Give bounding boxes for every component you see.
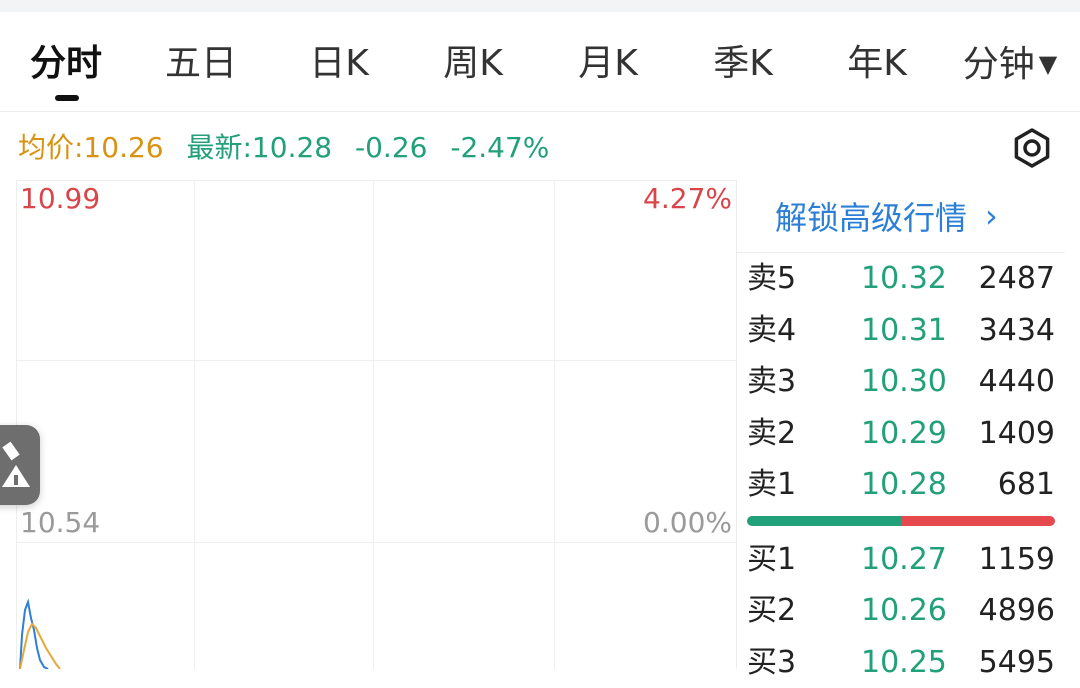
ask-volume: 3434 bbox=[978, 313, 1055, 348]
period-tabs: 分时 五日 日K 周K 月K 季K 年K 分钟 ▼ bbox=[0, 12, 1080, 110]
divider bbox=[0, 111, 1080, 112]
bid-price: 10.27 bbox=[861, 542, 947, 577]
ask-price: 10.28 bbox=[861, 467, 947, 502]
avg-line bbox=[19, 622, 61, 669]
ask-volume: 4440 bbox=[978, 364, 1055, 399]
bid-price: 10.26 bbox=[861, 593, 947, 628]
bid-label: 买2 bbox=[747, 593, 797, 628]
ask-price: 10.32 bbox=[861, 261, 947, 296]
active-tab-indicator bbox=[55, 95, 79, 101]
settings-button[interactable] bbox=[1008, 124, 1056, 172]
tab-five-day[interactable]: 五日 bbox=[165, 42, 237, 86]
tab-quarterly-k[interactable]: 季K bbox=[713, 42, 773, 86]
pct-axis-mid: 0.00% bbox=[643, 506, 732, 539]
gear-icon bbox=[1014, 128, 1050, 168]
ask-label: 卖3 bbox=[747, 364, 797, 399]
ask-row[interactable]: 卖5 10.32 2487 bbox=[737, 254, 1065, 304]
drawing-tool-button[interactable] bbox=[0, 425, 40, 505]
bid-row[interactable]: 买3 10.25 5495 bbox=[737, 638, 1065, 688]
price-line bbox=[19, 598, 49, 669]
ask-price: 10.29 bbox=[861, 416, 947, 451]
tab-label: 分时 bbox=[29, 43, 103, 84]
tab-label: 年K bbox=[847, 43, 907, 84]
price-change: -0.26 bbox=[355, 131, 428, 164]
bid-price: 10.25 bbox=[861, 645, 947, 680]
tab-monthly-k[interactable]: 月K bbox=[578, 42, 638, 86]
ask-label: 卖4 bbox=[747, 313, 797, 348]
price-axis-mid: 10.54 bbox=[20, 506, 101, 539]
ask-row[interactable]: 卖2 10.29 1409 bbox=[737, 409, 1065, 459]
tab-label: 日K bbox=[309, 43, 369, 84]
bid-row[interactable]: 买2 10.26 4896 bbox=[737, 586, 1065, 636]
tab-intraday[interactable]: 分时 bbox=[30, 42, 102, 86]
grid-line bbox=[554, 180, 555, 669]
unlock-label: 解锁高级行情 bbox=[775, 199, 968, 237]
grid-line bbox=[373, 180, 374, 669]
avg-price: 均价:10.26 bbox=[18, 131, 164, 164]
bid-volume: 5495 bbox=[978, 645, 1055, 680]
tab-daily-k[interactable]: 日K bbox=[309, 42, 369, 86]
bid-label: 买1 bbox=[747, 542, 797, 577]
tab-label: 周K bbox=[443, 43, 503, 84]
pencil-icon bbox=[2, 441, 30, 487]
bid-label: 买3 bbox=[747, 645, 797, 680]
tab-label: 月K bbox=[578, 43, 638, 84]
order-book: 解锁高级行情 › 卖5 10.32 2487 卖4 10.31 3434 卖3 … bbox=[736, 180, 1065, 680]
status-strip bbox=[0, 0, 1080, 12]
ask-price: 10.30 bbox=[861, 364, 947, 399]
intraday-chart[interactable]: 10.99 4.27% 10.54 0.00% bbox=[16, 180, 736, 669]
price-axis-high: 10.99 bbox=[20, 182, 101, 215]
ask-volume: 1409 bbox=[978, 416, 1055, 451]
buy-sell-ratio-bar bbox=[747, 516, 1055, 526]
ask-row[interactable]: 卖4 10.31 3434 bbox=[737, 306, 1065, 356]
ask-label: 卖1 bbox=[747, 467, 797, 502]
tab-label: 五日 bbox=[164, 43, 238, 84]
ask-row[interactable]: 卖1 10.28 681 bbox=[737, 460, 1065, 510]
grid-line bbox=[16, 542, 736, 543]
ask-label: 卖2 bbox=[747, 416, 797, 451]
chevron-right-icon: › bbox=[985, 197, 998, 235]
bid-volume: 4896 bbox=[978, 593, 1055, 628]
tab-minute[interactable]: 分钟 ▼ bbox=[963, 42, 1057, 87]
tab-label: 季K bbox=[713, 43, 773, 84]
tab-weekly-k[interactable]: 周K bbox=[443, 42, 503, 86]
unlock-advanced-quotes-link[interactable]: 解锁高级行情 › bbox=[737, 180, 1065, 253]
ask-volume: 681 bbox=[997, 467, 1055, 502]
tab-label: 分钟 bbox=[962, 44, 1035, 85]
sell-ratio-fill bbox=[901, 516, 1055, 526]
grid-line bbox=[16, 180, 736, 181]
grid-line bbox=[194, 180, 195, 669]
pct-axis-high: 4.27% bbox=[643, 182, 732, 215]
buy-ratio-fill bbox=[747, 516, 901, 526]
ask-volume: 2487 bbox=[978, 261, 1055, 296]
ask-label: 卖5 bbox=[747, 261, 797, 296]
latest-price: 最新:10.28 bbox=[186, 131, 333, 164]
tab-yearly-k[interactable]: 年K bbox=[847, 42, 907, 86]
price-change-pct: -2.47% bbox=[450, 131, 550, 164]
price-lines bbox=[19, 598, 61, 669]
ask-price: 10.31 bbox=[861, 313, 947, 348]
price-summary: 均价:10.26 最新:10.28 -0.26 -2.47% bbox=[18, 128, 563, 168]
grid-line bbox=[16, 360, 736, 361]
bid-volume: 1159 bbox=[978, 542, 1055, 577]
caret-down-icon: ▼ bbox=[1038, 50, 1058, 78]
ask-row[interactable]: 卖3 10.30 4440 bbox=[737, 357, 1065, 407]
bid-row[interactable]: 买1 10.27 1159 bbox=[737, 535, 1065, 585]
